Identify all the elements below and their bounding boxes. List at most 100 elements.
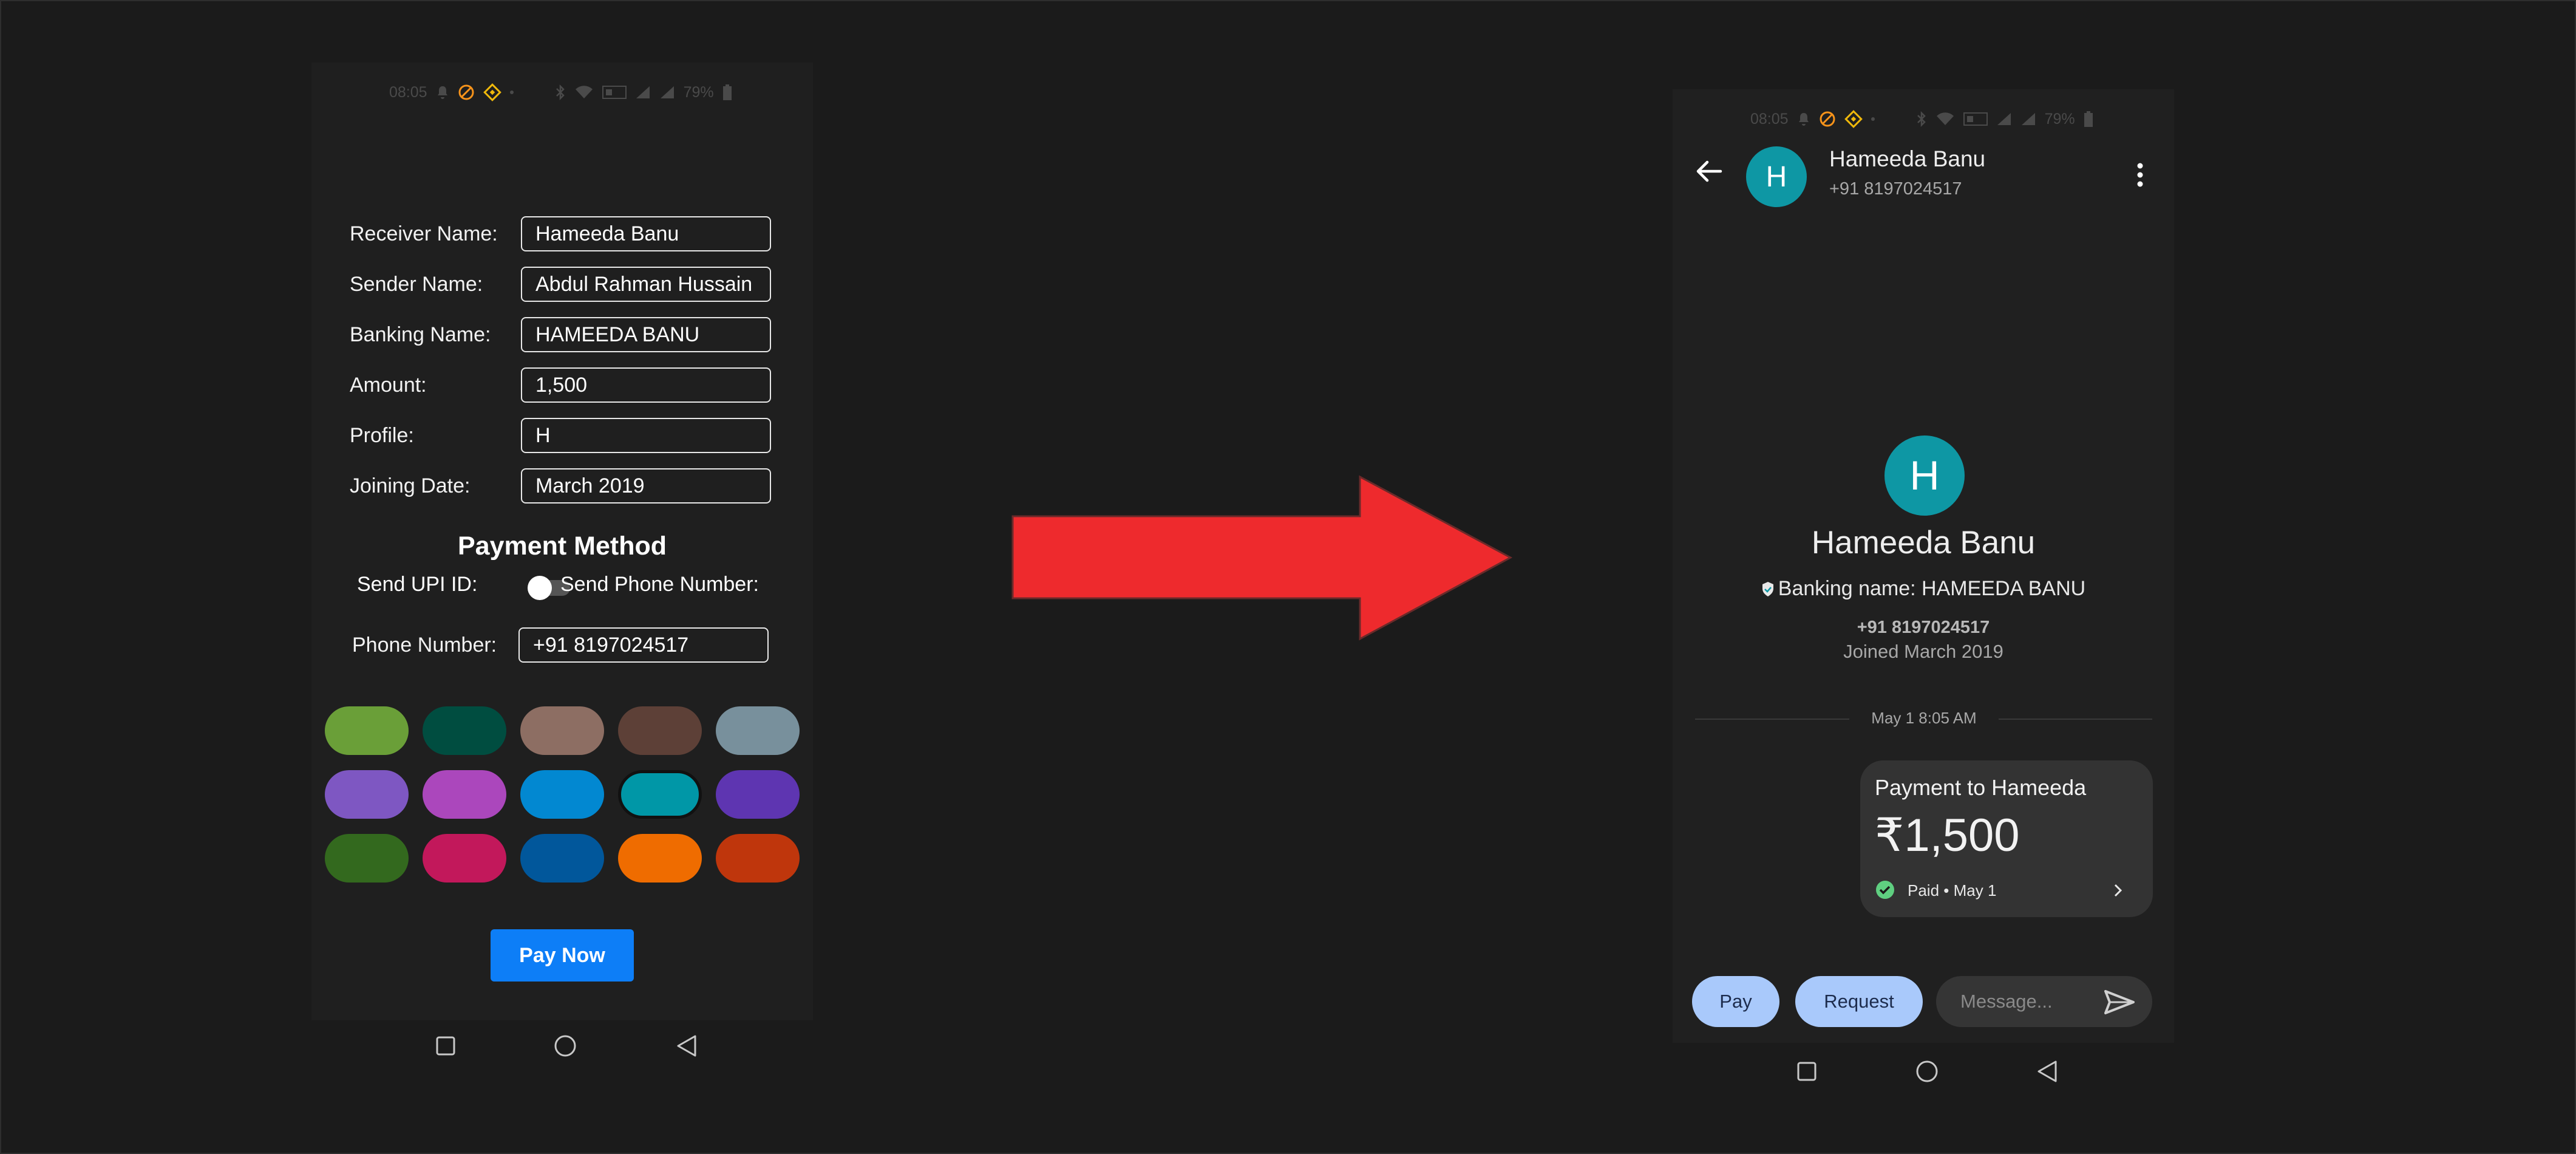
banking-row: Banking Name: HAMEEDA BANU	[350, 315, 775, 354]
joining-row: Joining Date: March 2019	[350, 466, 775, 505]
wifi-icon	[575, 86, 593, 98]
payment-method-title: Payment Method	[457, 531, 667, 561]
color-swatch[interactable]	[520, 770, 604, 819]
header-avatar[interactable]: H	[1746, 146, 1807, 207]
banking-name-text: Banking name: HAMEEDA BANU	[1778, 577, 2086, 600]
color-swatch[interactable]	[520, 706, 604, 755]
payment-amount: ₹1,500	[1875, 810, 2020, 861]
signal-icon-2	[2021, 113, 2035, 125]
phone-label: Phone Number:	[352, 633, 497, 657]
receiver-name-input[interactable]: Hameeda Banu	[521, 216, 771, 251]
signal-icon	[1997, 113, 2011, 125]
paid-check-icon	[1876, 881, 1894, 899]
phone-toggle-label: Send Phone Number:	[560, 573, 759, 596]
profile-avatar: H	[1884, 435, 1965, 516]
color-swatch[interactable]	[520, 834, 604, 883]
profile-name: Hameeda Banu	[1811, 525, 2036, 561]
profile-label: Profile:	[350, 423, 414, 447]
joining-date-input[interactable]: March 2019	[521, 468, 771, 504]
header-contact-phone: +91 8197024517	[1829, 179, 1962, 199]
profile-input[interactable]: H	[521, 418, 771, 453]
sender-label: Sender Name:	[350, 272, 483, 296]
status-bar: 08:05 79%	[389, 83, 732, 101]
back-nav-icon[interactable]	[676, 1034, 698, 1057]
color-swatch[interactable]	[618, 834, 702, 883]
wifi-icon	[1936, 112, 1954, 125]
joining-label: Joining Date:	[350, 474, 471, 497]
sender-row: Sender Name: Abdul Rahman Hussain	[350, 265, 775, 304]
receiver-label: Receiver Name:	[350, 222, 498, 245]
color-swatch[interactable]	[325, 770, 409, 819]
amount-row: Amount: 1,500	[350, 366, 775, 405]
volte-icon	[1963, 112, 1988, 126]
profile-joined: Joined March 2019	[1843, 641, 2003, 662]
pay-now-button[interactable]: Pay Now	[491, 929, 634, 982]
upi-label: Send UPI ID:	[357, 573, 478, 596]
more-options-icon[interactable]	[2136, 162, 2144, 188]
color-swatch[interactable]	[423, 706, 506, 755]
payment-date: May 1	[1953, 881, 1997, 900]
header-contact-name: Hameeda Banu	[1829, 146, 1986, 171]
battery-percent: 79%	[683, 83, 714, 101]
color-swatch[interactable]	[423, 834, 506, 883]
color-swatch[interactable]	[716, 706, 800, 755]
message-input[interactable]: Message...	[1936, 976, 2152, 1027]
send-icon[interactable]	[2104, 989, 2135, 1015]
home-icon[interactable]	[553, 1034, 577, 1058]
bell-icon	[1798, 113, 1809, 126]
amount-label: Amount:	[350, 373, 427, 397]
dnd-icon	[1820, 111, 1835, 127]
chevron-right-icon	[2114, 884, 2122, 897]
phone-row: Phone Number: +91 8197024517	[352, 626, 777, 664]
battery-icon	[722, 84, 732, 100]
payment-status: Paid	[1908, 881, 1940, 900]
receiver-row: Receiver Name: Hameeda Banu	[350, 214, 775, 253]
message-date: May 1 8:05 AM	[1871, 709, 1977, 727]
color-swatch[interactable]	[325, 706, 409, 755]
color-swatch[interactable]	[618, 770, 702, 819]
verified-shield-icon	[1762, 581, 1773, 596]
payment-status-line: Paid • May 1	[1908, 881, 1996, 900]
profile-row: Profile: H	[350, 416, 775, 455]
dot-icon	[509, 90, 514, 94]
status-time: 08:05	[1750, 110, 1789, 128]
color-swatch[interactable]	[716, 834, 800, 883]
back-arrow-icon[interactable]	[1695, 159, 1723, 183]
color-swatch[interactable]	[618, 706, 702, 755]
dot-icon	[1871, 117, 1875, 121]
dnd-icon	[458, 84, 474, 100]
home-icon[interactable]	[1915, 1059, 1939, 1084]
divider-left	[1695, 719, 1849, 720]
banking-name-input[interactable]: HAMEEDA BANU	[521, 317, 771, 352]
recents-icon[interactable]	[435, 1036, 456, 1056]
color-swatch[interactable]	[716, 770, 800, 819]
payment-card[interactable]: Payment to Hameeda ₹1,500 Paid • May 1	[1860, 760, 2153, 917]
message-placeholder: Message...	[1960, 991, 2053, 1012]
bell-icon	[437, 86, 447, 99]
bullet-separator: •	[1943, 881, 1954, 900]
signal-icon	[636, 86, 650, 98]
sender-name-input[interactable]: Abdul Rahman Hussain	[521, 267, 771, 302]
color-swatch[interactable]	[423, 770, 506, 819]
right-phone-screen: 08:05 79% H Hameeda Banu +91 8197024517 …	[1673, 89, 2174, 1043]
banking-label: Banking Name:	[350, 323, 491, 346]
payment-toggle-knob[interactable]	[528, 576, 552, 600]
color-swatch[interactable]	[325, 834, 409, 883]
right-arrow-icon	[1011, 475, 1513, 641]
binance-icon	[483, 83, 501, 101]
status-time: 08:05	[389, 83, 427, 101]
back-nav-icon[interactable]	[2036, 1060, 2058, 1083]
battery-icon	[2084, 111, 2093, 127]
phone-number-input[interactable]: +91 8197024517	[518, 627, 769, 663]
amount-input[interactable]: 1,500	[521, 367, 771, 403]
left-phone-screen: 08:05 79% Receiver Name: Hameeda Banu Se…	[311, 63, 813, 1020]
volte-icon	[602, 86, 627, 99]
binance-icon	[1844, 110, 1863, 128]
request-chip-button[interactable]: Request	[1795, 976, 1923, 1027]
battery-percent: 79%	[2044, 110, 2075, 128]
payment-title: Payment to Hameeda	[1875, 775, 2087, 800]
recents-icon[interactable]	[1796, 1061, 1817, 1082]
banking-name-row: Banking name: HAMEEDA BANU	[1673, 577, 2174, 601]
bluetooth-icon	[556, 84, 565, 100]
pay-chip-button[interactable]: Pay	[1692, 976, 1779, 1027]
